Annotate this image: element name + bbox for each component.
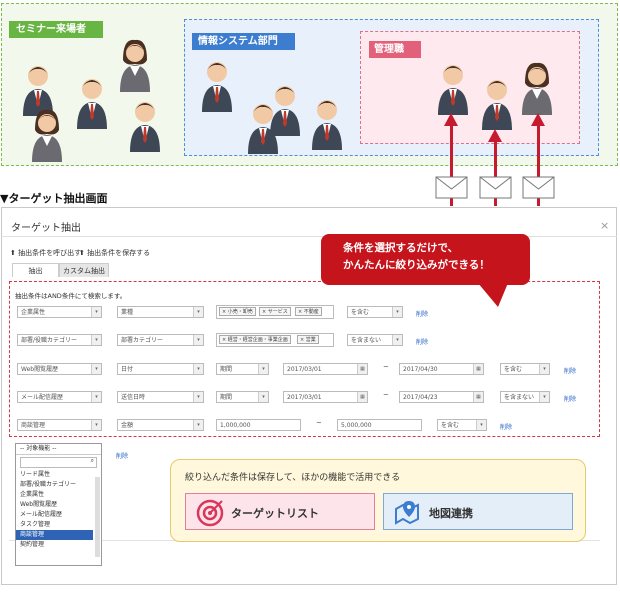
date-to-input[interactable]: 2017/04/23 ▦ (399, 391, 484, 403)
target-function-dropdown[interactable]: -- 対象機能 -- ⌕ リード属性 部署/役職カテゴリー 企業属性 Web閲覧履歴メ… (15, 443, 102, 566)
range-separator: ~ (383, 391, 389, 399)
delete-link[interactable]: 削除 (116, 451, 128, 460)
section-title: ▼ターゲット抽出画面 (0, 192, 108, 205)
amount-to-input[interactable]: 5,000,000 (337, 419, 422, 431)
chip-tag[interactable]: × 不動産 (295, 307, 322, 316)
subfield-select[interactable]: 業種 ▾ (117, 306, 204, 318)
delete-link[interactable]: 削除 (416, 309, 428, 318)
date-from-input[interactable]: 2017/03/01 ▦ (283, 391, 368, 403)
person-icon (438, 65, 468, 115)
save-icon: ⬆ (79, 249, 85, 257)
tab-extract[interactable]: 抽出 (12, 263, 59, 277)
dropdown-option[interactable]: 商談管理 (16, 530, 93, 540)
close-icon[interactable]: × (600, 219, 609, 232)
dropdown-option[interactable]: 契約管理 (16, 540, 93, 550)
person-icon (130, 102, 160, 152)
target-list-button[interactable]: ターゲットリスト (185, 493, 375, 530)
calendar-icon: ▦ (473, 364, 483, 374)
operator-select[interactable]: を含まない ▾ (500, 391, 550, 403)
calendar-icon: ▦ (473, 392, 483, 402)
field-select[interactable]: Web閲覧履歴 ▾ (17, 363, 102, 375)
range-separator: ~ (316, 419, 322, 427)
dropdown-option[interactable]: リード属性 (16, 470, 93, 480)
amount-from-input[interactable]: 1,000,000 (216, 419, 301, 431)
dropdown-option[interactable]: メール配信履歴 (16, 510, 93, 520)
person-icon (32, 109, 62, 162)
chip-tag[interactable]: × サービス (259, 307, 291, 316)
callout-tail (478, 283, 508, 307)
person-icon (77, 79, 107, 129)
people-illustration (23, 39, 555, 206)
person-icon (312, 100, 342, 150)
dropdown-option[interactable]: Web閲覧履歴 (16, 500, 93, 510)
calendar-icon: ▦ (357, 392, 367, 402)
dropdown-search-input[interactable]: ⌕ (20, 457, 97, 468)
tab-custom-extract[interactable]: カスタム抽出 (59, 263, 109, 277)
condition-select[interactable]: 期間 ▾ (216, 363, 269, 375)
panel-text: 絞り込んだ条件は保存して、ほかの機能で活用できる (185, 473, 401, 483)
field-select[interactable]: 部署/役職カテゴリー ▾ (17, 334, 102, 346)
target-icon (196, 499, 224, 527)
search-icon: ⌕ (90, 457, 94, 464)
calendar-icon: ▦ (357, 364, 367, 374)
map-link-button[interactable]: 地図連携 (383, 493, 573, 530)
date-from-input[interactable]: 2017/03/01 ▦ (283, 363, 368, 375)
chip-tag[interactable]: × 経営・経営企画・事業企画 (219, 335, 291, 344)
operator-select[interactable]: を含まない ▾ (347, 334, 403, 346)
chip-tag[interactable]: × 小売・卸売 (219, 307, 256, 316)
callout-bubble: 条件を選択するだけで、 かんたんに絞り込みができる！ (321, 234, 530, 285)
window-title: ターゲット抽出 (11, 223, 81, 234)
dropdown-header[interactable]: -- 対象機能 -- (16, 444, 101, 455)
delete-link[interactable]: 削除 (564, 366, 576, 375)
upload-icon: ⬆ (10, 249, 16, 257)
filter-note: 抽出条件はAND条件にて検索します。 (15, 292, 127, 300)
mail-icon (435, 176, 555, 199)
delete-link[interactable]: 削除 (564, 394, 576, 403)
person-icon (270, 86, 300, 136)
subfield-select[interactable]: 金額 ▾ (117, 419, 204, 431)
range-separator: ~ (383, 363, 389, 371)
dropdown-option[interactable]: 企業属性 (16, 490, 93, 500)
save-conditions-link[interactable]: ⬆ 抽出条件を保存する (79, 248, 150, 258)
operator-select[interactable]: を含む ▾ (347, 306, 403, 318)
operator-select[interactable]: を含む ▾ (500, 363, 550, 375)
person-icon (120, 39, 150, 92)
subfield-select[interactable]: 日付 ▾ (117, 363, 204, 375)
person-icon (23, 66, 53, 116)
person-icon (522, 62, 552, 115)
map-icon (395, 501, 419, 525)
dropdown-option[interactable]: 部署/役職カテゴリー (16, 480, 93, 490)
field-select[interactable]: 商談管理 ▾ (17, 419, 102, 431)
subfield-select[interactable]: 部署カテゴリー ▾ (117, 334, 204, 346)
operator-select[interactable]: を含む ▾ (437, 419, 487, 431)
field-select[interactable]: メール配信履歴 ▾ (17, 391, 102, 403)
dropdown-option[interactable]: タスク管理 (16, 520, 93, 530)
call-conditions-link[interactable]: ⬆ 抽出条件を呼び出す (10, 248, 81, 258)
subfield-select[interactable]: 送信日時 ▾ (117, 391, 204, 403)
person-icon (482, 80, 512, 130)
condition-select[interactable]: 期間 ▾ (216, 391, 269, 403)
dropdown-scrollbar[interactable] (95, 477, 100, 557)
date-to-input[interactable]: 2017/04/30 ▦ (399, 363, 484, 375)
delete-link[interactable]: 削除 (500, 422, 512, 431)
delete-link[interactable]: 削除 (416, 337, 428, 346)
chip-tag[interactable]: × 営業 (297, 335, 319, 344)
field-select[interactable]: 企業属性 ▾ (17, 306, 102, 318)
person-icon (202, 62, 232, 112)
